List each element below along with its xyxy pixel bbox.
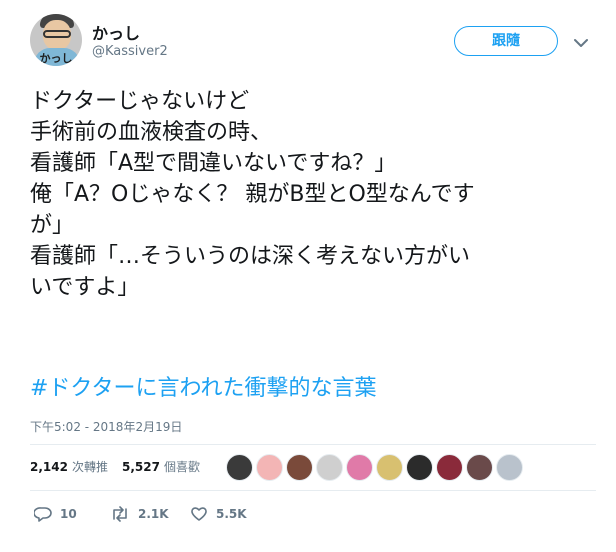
tweet-line: 看護師「A型で間違いないですね？」 [30, 151, 397, 176]
tweet-line: いですよ」 [30, 275, 140, 300]
liker-avatar-2[interactable] [256, 454, 283, 481]
liker-avatar-10[interactable] [496, 454, 523, 481]
username[interactable]: @Kassiver2 [92, 44, 168, 59]
retweet-button[interactable]: 2.1K [110, 506, 169, 522]
divider [30, 444, 596, 445]
tweet-actions: 10 2.1K 5.5K [30, 500, 590, 532]
divider [30, 490, 596, 491]
likes-stat[interactable]: 5,527 個喜歡 [122, 458, 200, 475]
like-button[interactable]: 5.5K [190, 506, 247, 522]
liker-avatar-4[interactable] [316, 454, 343, 481]
liker-avatar-9[interactable] [466, 454, 493, 481]
liker-avatar-1[interactable] [226, 454, 253, 481]
reply-button[interactable]: 10 [34, 506, 77, 522]
liker-avatar-8[interactable] [436, 454, 463, 481]
tweet-line: 俺「A？Oじゃなく？ 親がB型とO型なんです [30, 182, 475, 207]
likes-count: 5,527 [122, 460, 160, 474]
liker-avatar-7[interactable] [406, 454, 433, 481]
retweet-count: 2.1K [138, 507, 169, 521]
display-name[interactable]: かっし [92, 20, 140, 44]
liker-avatar-6[interactable] [376, 454, 403, 481]
chevron-down-icon[interactable] [574, 38, 588, 48]
like-count: 5.5K [216, 507, 247, 521]
tweet-line: 手術前の血液検査の時、 [30, 120, 273, 145]
liker-avatar-5[interactable] [346, 454, 373, 481]
tweet-line: ドクターじゃないけど [30, 89, 250, 114]
retweets-label: 次轉推 [71, 460, 108, 474]
retweets-stat[interactable]: 2,142 次轉推 [30, 458, 108, 475]
hashtag-link[interactable]: #ドクターに言われた衝撃的な言葉 [30, 370, 376, 402]
avatar[interactable]: かっし [30, 14, 82, 66]
follow-button[interactable]: 跟隨 [454, 26, 558, 56]
tweet-line: が」 [30, 213, 75, 238]
tweet-header: かっし かっし @Kassiver2 跟隨 [30, 14, 600, 74]
avatar-text: かっし [39, 52, 73, 65]
liker-avatar-3[interactable] [286, 454, 313, 481]
likes-label: 個喜歡 [163, 460, 200, 474]
timestamp[interactable]: 下午5:02 - 2018年2月19日 [30, 418, 182, 435]
reply-count: 10 [60, 507, 77, 521]
reply-icon [34, 507, 52, 522]
stats-row: 2,142 次轉推 5,527 個喜歡 [30, 446, 596, 488]
retweet-icon [113, 506, 127, 522]
heart-icon [191, 507, 207, 521]
avatar-glasses [43, 30, 71, 38]
tweet-line: 看護師「…そういうのは深く考えない方がい [30, 244, 471, 269]
retweets-count: 2,142 [30, 460, 68, 474]
tweet-text: ドクターじゃないけど 手術前の血液検査の時、 看護師「A型で間違いないですね？」… [30, 86, 590, 303]
